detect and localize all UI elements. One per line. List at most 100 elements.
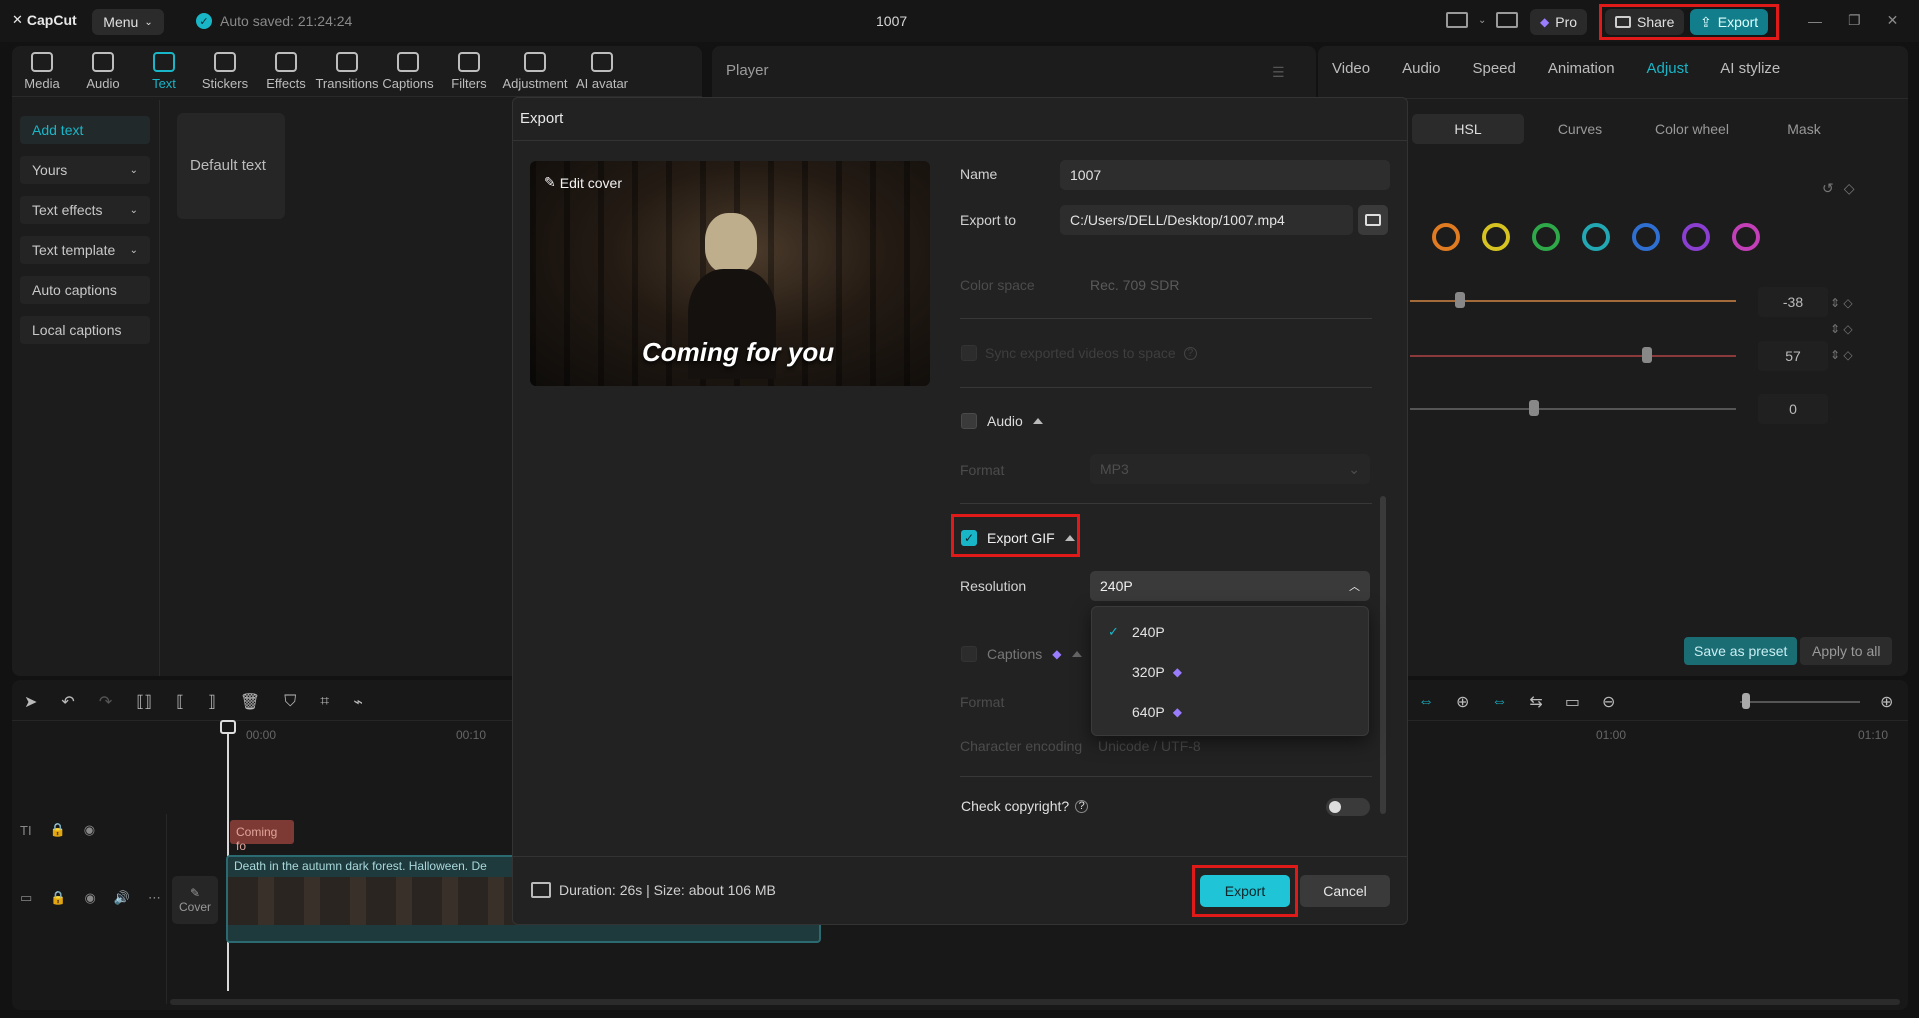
pro-button[interactable]: ◆ Pro [1530,9,1588,35]
menu-button[interactable]: Menu ⌄ [92,9,164,35]
ai-edit-icon[interactable]: ⌁ [353,692,363,712]
split-icon[interactable]: ⟦⟧ [136,692,152,712]
tool-tab-effects[interactable]: Effects [256,52,316,91]
name-input[interactable]: 1007 [1060,160,1390,190]
luminance-value[interactable]: 0 [1758,394,1828,424]
subtab-color-wheel[interactable]: Color wheel [1636,114,1748,144]
sidebar-item-text-template[interactable]: Text template ⌄ [20,236,150,264]
subtab-mask[interactable]: Mask [1748,114,1860,144]
more-icon[interactable]: ⋯ [148,890,161,906]
redo-icon[interactable]: ↷ [99,692,112,712]
hue-ring[interactable] [1532,223,1560,251]
hue-value[interactable]: -38 [1758,287,1828,317]
resolution-option-320p[interactable]: 320P ◆ [1132,664,1182,680]
copyright-toggle[interactable] [1326,798,1370,816]
delete-icon[interactable]: 🗑 [240,692,260,712]
saturation-slider-thumb[interactable] [1642,347,1652,363]
text-clip[interactable]: Coming fo [230,820,294,853]
tab-speed[interactable]: Speed [1472,60,1515,77]
restore-icon[interactable]: ❐ [1848,12,1861,29]
saturation-value[interactable]: 57 [1758,341,1828,371]
hue-ring[interactable] [1732,223,1760,251]
luminance-slider-track[interactable] [1410,408,1736,410]
tab-animation[interactable]: Animation [1548,60,1615,77]
cancel-button[interactable]: Cancel [1300,875,1390,907]
keyboard-icon[interactable] [1496,12,1519,28]
timeline-scrollbar[interactable] [170,999,1900,1005]
tool-tab-text[interactable]: Text [134,52,194,91]
cover-button[interactable]: ✎ Cover [172,876,218,924]
hue-slider-thumb[interactable] [1455,292,1465,308]
apply-to-all-button[interactable]: Apply to all [1800,637,1893,665]
audio-option[interactable]: Audio [961,413,1043,429]
tool-tab-captions[interactable]: Captions [378,52,438,91]
layout-icon[interactable] [1446,12,1468,28]
split-left-icon[interactable]: ⟦ [176,692,184,712]
hue-ring[interactable] [1582,223,1610,251]
tool-tab-stickers[interactable]: Stickers [195,52,255,91]
tool-tab-transitions[interactable]: Transitions [315,52,379,91]
screen-icon[interactable]: ▭ [1565,692,1580,712]
zoom-in-icon[interactable]: ⊕ [1880,692,1893,712]
resolution-option-240p[interactable]: 240P [1132,624,1165,640]
keyframe-icon[interactable]: ◇ [1844,180,1855,197]
tab-adjust[interactable]: Adjust [1647,60,1689,77]
playhead-handle[interactable] [220,720,236,734]
resolution-select[interactable]: 240P ︿ [1090,571,1370,601]
undo-icon[interactable]: ↶ [61,692,74,712]
luminance-slider-thumb[interactable] [1529,400,1539,416]
tab-audio[interactable]: Audio [1402,60,1440,77]
stepper-icons[interactable]: ⇕ ◇ ⇕ ◇ ⇕ ◇ [1830,290,1853,368]
hue-ring[interactable] [1632,223,1660,251]
volume-icon[interactable]: 🔊 [114,890,130,906]
chevron-down-icon[interactable]: ⌄ [1478,15,1486,26]
hue-ring[interactable] [1482,223,1510,251]
crop-icon[interactable]: ⌗ [320,693,329,711]
save-as-preset-button[interactable]: Save as preset [1684,637,1798,665]
hamburger-icon[interactable]: ☰ [1272,64,1285,81]
tab-ai-stylize[interactable]: AI stylize [1720,60,1780,77]
browse-folder-button[interactable] [1358,205,1388,235]
hue-ring[interactable] [1682,223,1710,251]
transitions-icon [336,52,358,72]
zoom-out-icon[interactable]: ⊖ [1602,692,1615,712]
tab-video[interactable]: Video [1332,60,1370,77]
subtab-hsl[interactable]: HSL [1412,114,1524,144]
sidebar-item-add-text[interactable]: Add text [20,116,150,144]
lock-icon[interactable]: 🔒 [50,890,66,906]
snap-icon[interactable]: ⇔ [1491,693,1507,711]
link-icon[interactable]: ⇔ [1418,693,1434,711]
tool-tab-adjustment[interactable]: Adjustment [500,52,570,91]
audio-checkbox[interactable] [961,413,977,429]
sidebar-item-text-effects[interactable]: Text effects ⌄ [20,196,150,224]
edit-cover-button[interactable]: ✎ Edit cover [544,174,622,191]
tool-tab-audio[interactable]: Audio [73,52,133,91]
resolution-option-640p[interactable]: 640P ◆ [1132,704,1182,720]
marker-icon[interactable]: ⛉ [284,693,296,711]
sidebar-item-auto-captions[interactable]: Auto captions [20,276,150,304]
export-path-input[interactable]: C:/Users/DELL/Desktop/1007.mp4 [1060,205,1353,235]
magnet-icon[interactable]: ⊕ [1456,692,1469,712]
dialog-scrollbar[interactable] [1380,496,1386,814]
default-text-card[interactable]: Default text [177,113,285,219]
tool-tab-media[interactable]: Media [12,52,72,91]
zoom-slider[interactable] [1740,701,1860,703]
minimize-icon[interactable]: — [1808,13,1822,29]
eye-icon[interactable]: ◉ [84,890,95,906]
tool-tab-filters[interactable]: Filters [439,52,499,91]
lock-icon[interactable]: 🔒 [50,822,66,838]
eye-icon[interactable]: ◉ [84,822,95,838]
preview-axis-icon[interactable]: ⇆ [1529,692,1542,712]
sidebar-item-local-captions[interactable]: Local captions [20,316,150,344]
reset-icon[interactable]: ↺ [1822,180,1834,197]
zoom-slider-thumb[interactable] [1742,693,1750,709]
select-cursor-icon[interactable]: ➤ [24,692,37,712]
saturation-slider-track[interactable] [1410,355,1736,357]
split-right-icon[interactable]: ⟧ [208,692,216,712]
close-icon[interactable]: ✕ [1887,12,1899,29]
sidebar-item-yours[interactable]: Yours ⌄ [20,156,150,184]
check-circle-icon: ✓ [196,13,212,29]
hue-ring[interactable] [1432,223,1460,251]
subtab-curves[interactable]: Curves [1524,114,1636,144]
tool-tab-ai-avatar[interactable]: AI avatar [571,52,633,91]
